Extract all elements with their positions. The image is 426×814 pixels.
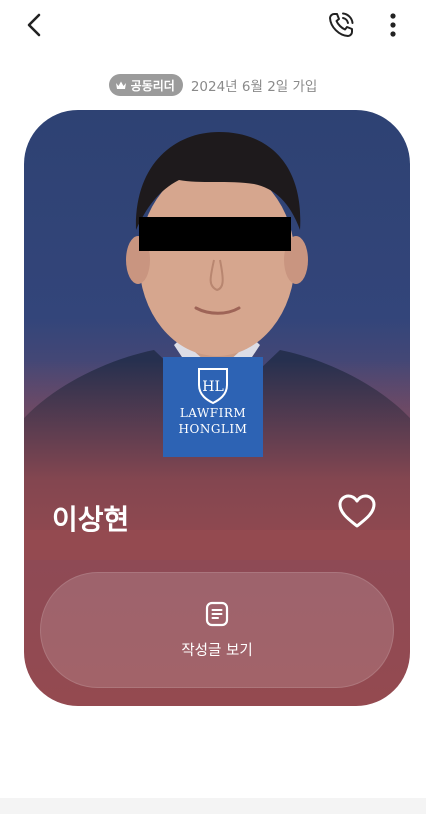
more-options-button[interactable] (378, 6, 408, 44)
logo-line-2: HONGLIM (178, 422, 248, 436)
shield-logo-icon: HL (198, 368, 228, 405)
call-button[interactable] (322, 6, 360, 44)
logo-line-1: LAWFIRM (179, 406, 247, 420)
member-meta-row: 공동리더 2024년 6월 2일 가입 (0, 72, 426, 98)
join-date: 2024년 6월 2일 가입 (190, 79, 318, 95)
member-name: 이상현 (52, 503, 130, 536)
view-posts-label: 작성글 보기 (181, 642, 253, 659)
top-app-bar (0, 0, 426, 52)
document-icon (205, 601, 229, 626)
heart-icon (338, 494, 376, 528)
back-button[interactable] (18, 8, 52, 42)
more-vertical-icon (390, 13, 396, 37)
like-button[interactable] (334, 490, 380, 532)
profile-card: HL LAWFIRM HONGLIM 이상현 작성글 보기 (24, 110, 410, 706)
chevron-left-icon (27, 13, 41, 37)
role-badge: 공동리더 (108, 74, 183, 96)
bottom-nav-edge (0, 798, 426, 814)
role-badge-label: 공동리더 (130, 78, 175, 93)
view-posts-button[interactable]: 작성글 보기 (40, 572, 394, 688)
crown-icon (115, 81, 126, 89)
lawfirm-logo: HL LAWFIRM HONGLIM (163, 357, 263, 457)
logo-monogram: HL (202, 379, 224, 395)
phone-call-icon (329, 12, 354, 37)
